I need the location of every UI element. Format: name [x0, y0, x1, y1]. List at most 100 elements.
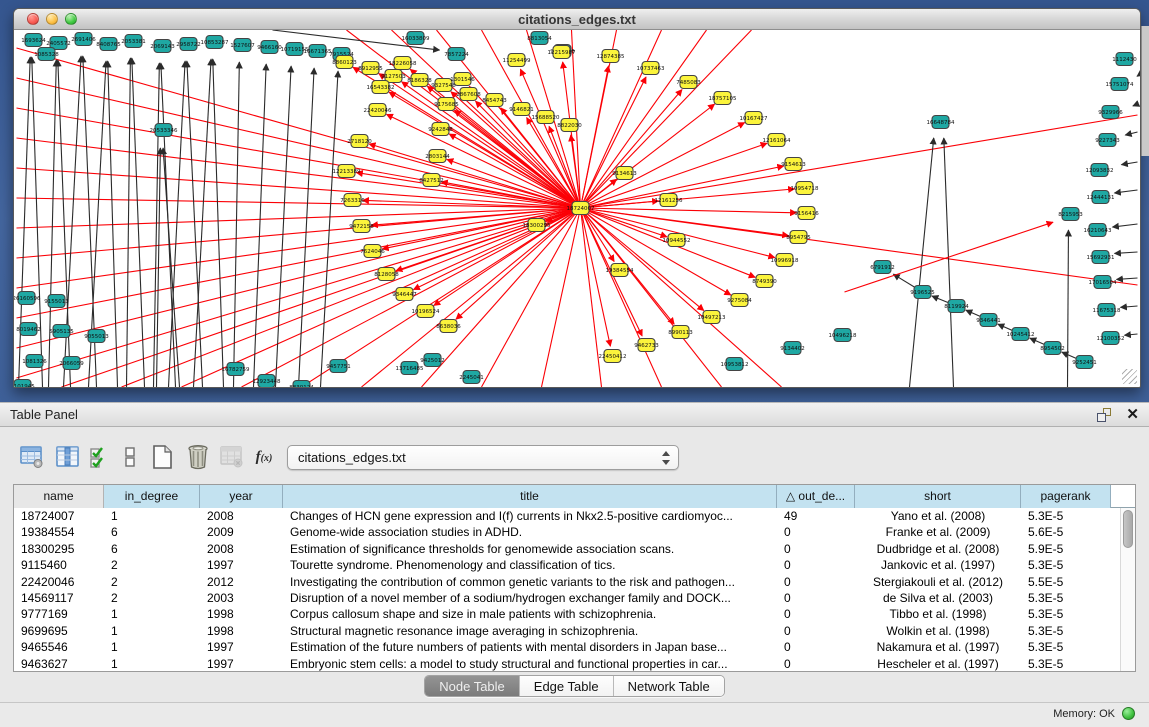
graph-node[interactable]: 8954502: [1040, 342, 1065, 355]
graph-node[interactable]: 10853287: [201, 36, 229, 49]
table-row[interactable]: 2242004622012Investigating the contribut…: [14, 574, 1135, 590]
graph-node[interactable]: 9457751: [326, 360, 351, 373]
table-row[interactable]: 1938455462009Genome-wide association stu…: [14, 524, 1135, 540]
graph-node[interactable]: 16033809: [402, 32, 430, 45]
graph-node[interactable]: 8019462: [16, 323, 41, 336]
graph-node[interactable]: 18757105: [709, 92, 737, 105]
graph-node[interactable]: 9154613: [781, 158, 806, 171]
graph-node[interactable]: 2718120: [347, 135, 372, 148]
graph-node[interactable]: 12215987: [548, 46, 576, 59]
network-window-titlebar[interactable]: citations_edges.txt: [14, 9, 1140, 30]
table-scrollbar[interactable]: [1120, 508, 1135, 672]
table-row[interactable]: 946554611997Estimation of the future num…: [14, 639, 1135, 655]
table-row[interactable]: 1872400712008Changes of HCN gene express…: [14, 508, 1135, 524]
graph-node[interactable]: 5905135: [49, 325, 74, 338]
graph-node[interactable]: 2867608: [456, 88, 481, 101]
graph-node[interactable]: 10953812: [721, 358, 749, 371]
graph-node[interactable]: 9472158: [349, 220, 374, 233]
graph-node[interactable]: 8990113: [668, 326, 693, 339]
graph-node[interactable]: 9146821: [509, 103, 534, 116]
graph-node[interactable]: 2803144: [425, 150, 450, 163]
graph-node[interactable]: 12923448: [253, 375, 281, 388]
table-row[interactable]: 911546021997Tourette syndrome. Phenomeno…: [14, 557, 1135, 573]
function-builder-icon[interactable]: f(x): [250, 443, 278, 471]
graph-node[interactable]: 8408765: [96, 38, 121, 51]
column-header-short[interactable]: short: [855, 485, 1021, 508]
graph-node[interactable]: 9425012: [420, 354, 445, 367]
graph-node[interactable]: 22450412: [599, 350, 627, 363]
graph-node[interactable]: 12161064: [763, 134, 791, 147]
tab-node-table[interactable]: Node Table: [425, 676, 520, 696]
graph-node[interactable]: 8813054: [527, 32, 552, 45]
close-panel-icon[interactable]: ✕: [1126, 405, 1139, 423]
graph-node[interactable]: 16648784: [927, 116, 955, 129]
column-header-year[interactable]: year: [200, 485, 283, 508]
column-header-pagerank[interactable]: pagerank: [1021, 485, 1111, 508]
graph-node[interactable]: 1693624: [21, 34, 46, 47]
graph-node[interactable]: 9252451: [1072, 356, 1097, 369]
graph-node[interactable]: 15692931: [1087, 251, 1115, 264]
window-resize-handle[interactable]: [1122, 369, 1137, 384]
graph-node[interactable]: 8128058: [374, 268, 399, 281]
graph-node[interactable]: 18226058: [389, 57, 417, 70]
graph-node[interactable]: 10996918: [771, 254, 799, 267]
graph-node[interactable]: 9196525: [910, 286, 935, 299]
delete-table-icon[interactable]: [184, 443, 212, 471]
graph-node[interactable]: 9275084: [727, 294, 752, 307]
graph-node[interactable]: 16782759: [222, 363, 250, 376]
graph-node[interactable]: 9346441: [976, 314, 1001, 327]
show-columns-icon[interactable]: [54, 443, 82, 471]
table-row[interactable]: 977716911998Corpus callosum shape and si…: [14, 606, 1135, 622]
graph-node[interactable]: 8749390: [752, 275, 777, 288]
graph-node[interactable]: 26160596: [14, 292, 41, 305]
table-row[interactable]: 1830029562008Estimation of significance …: [14, 541, 1135, 557]
graph-node[interactable]: 9156416: [794, 207, 819, 220]
graph-node[interactable]: 11254499: [503, 54, 531, 67]
tab-edge-table[interactable]: Edge Table: [520, 676, 614, 696]
graph-node[interactable]: 8454743: [482, 94, 507, 107]
graph-node[interactable]: 9155013: [44, 295, 69, 308]
graph-node[interactable]: 8215953: [1058, 208, 1083, 221]
graph-node[interactable]: 1081326: [22, 355, 47, 368]
graph-node[interactable]: 17016504: [1089, 276, 1117, 289]
graph-node[interactable]: 8954795: [786, 231, 811, 244]
graph-node[interactable]: 10496218: [829, 329, 857, 342]
graph-node[interactable]: 12100352: [1097, 332, 1125, 345]
memory-status-indicator[interactable]: [1122, 707, 1135, 720]
graph-node[interactable]: 11675318: [1093, 304, 1121, 317]
graph-node[interactable]: 16210643: [1084, 224, 1112, 237]
column-header-in_degree[interactable]: in_degree: [104, 485, 200, 508]
table-row[interactable]: 946362711997Embryonic stem cells: a mode…: [14, 656, 1135, 672]
graph-node[interactable]: 20533346: [150, 124, 178, 137]
graph-node[interactable]: 9466160: [257, 41, 282, 54]
graph-node[interactable]: 2245041: [459, 371, 484, 384]
graph-node[interactable]: 1112430: [1112, 53, 1137, 66]
graph-node[interactable]: 12213389: [333, 165, 361, 178]
select-columns-icon[interactable]: [86, 443, 114, 471]
graph-node[interactable]: 2691406: [71, 33, 96, 46]
table-scrollbar-thumb[interactable]: [1123, 510, 1133, 548]
graph-node[interactable]: 9227343: [1095, 134, 1120, 147]
graph-node[interactable]: 1527607: [230, 39, 255, 52]
network-view[interactable]: 1693624240557226914068408765108532820533…: [14, 30, 1140, 387]
table-row[interactable]: 969969511998Structural magnetic resonanc…: [14, 623, 1135, 639]
graph-node[interactable]: 9462733: [634, 339, 659, 352]
graph-node[interactable]: 7857224: [444, 48, 469, 61]
graph-node[interactable]: 8912955: [358, 62, 383, 75]
graph-node[interactable]: 15751074: [1106, 78, 1134, 91]
graph-node[interactable]: 12093832: [1086, 164, 1114, 177]
graph-node[interactable]: 8101945: [14, 380, 35, 388]
graph-node[interactable]: 6791912: [870, 261, 895, 274]
graph-node[interactable]: 2053381: [121, 35, 146, 48]
graph-node[interactable]: 8638036: [436, 320, 461, 333]
graph-node[interactable]: 12444131: [1087, 191, 1115, 204]
graph-node[interactable]: 12874385: [597, 50, 625, 63]
float-panel-icon[interactable]: [1097, 408, 1113, 423]
column-header-name[interactable]: name: [14, 485, 104, 508]
graph-node[interactable]: 8427512: [419, 174, 444, 187]
graph-node[interactable]: 9134402: [780, 342, 805, 355]
graph-node[interactable]: 10954718: [791, 182, 819, 195]
graph-node[interactable]: 10196524: [412, 305, 440, 318]
table-row[interactable]: 1456911722003Disruption of a novel membe…: [14, 590, 1135, 606]
graph-node[interactable]: 10737463: [637, 62, 665, 75]
